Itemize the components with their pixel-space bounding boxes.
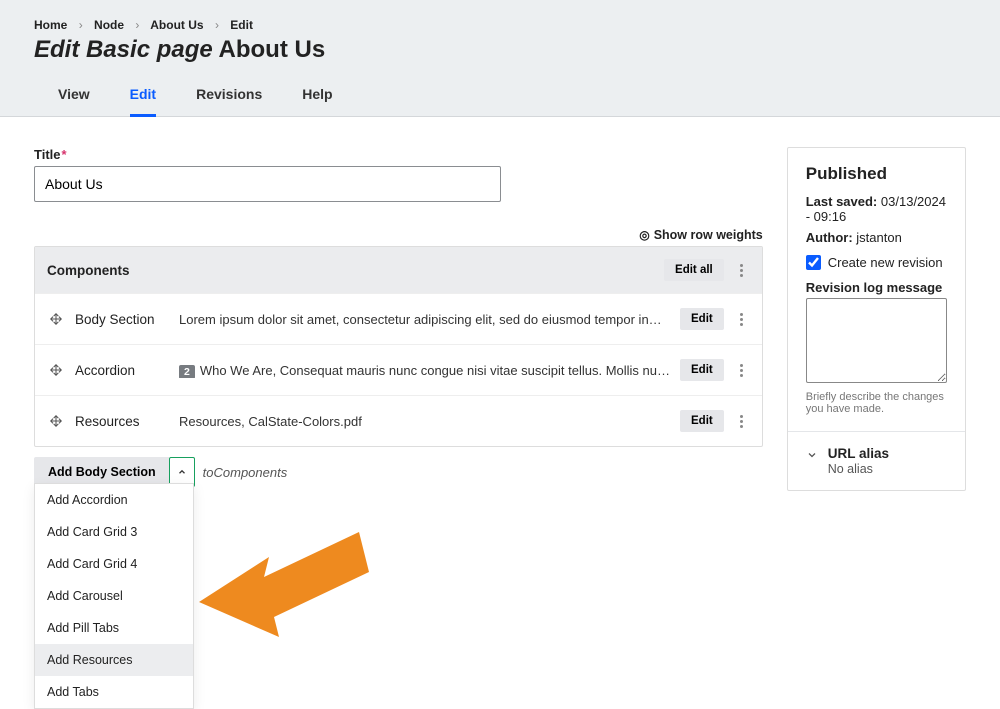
chevron-right-icon: › — [135, 18, 139, 32]
component-row: Accordion 2Who We Are, Consequat mauris … — [35, 344, 762, 395]
chevron-right-icon: › — [79, 18, 83, 32]
kebab-icon[interactable] — [734, 260, 750, 280]
drag-handle-icon[interactable] — [47, 412, 65, 430]
components-panel: Components Edit all Body Section Lorem i… — [34, 246, 763, 447]
tab-revisions[interactable]: Revisions — [196, 78, 262, 116]
show-row-weights[interactable]: ◎Show row weights — [34, 228, 763, 242]
drag-handle-icon[interactable] — [47, 310, 65, 328]
url-alias-subtitle: No alias — [828, 462, 889, 476]
url-alias-section[interactable]: URL alias No alias — [788, 431, 965, 490]
breadcrumb-item[interactable]: About Us — [150, 18, 203, 32]
dropdown-item-add-pill-tabs[interactable]: Add Pill Tabs — [35, 612, 193, 644]
dropdown-item-add-carousel[interactable]: Add Carousel — [35, 580, 193, 612]
component-desc: 2Who We Are, Consequat mauris nunc congu… — [179, 363, 680, 378]
component-name: Accordion — [75, 363, 179, 378]
tabs: View Edit Revisions Help — [34, 78, 966, 116]
tab-help[interactable]: Help — [302, 78, 332, 116]
last-saved: Last saved: 03/13/2024 - 09:16 — [806, 194, 947, 224]
breadcrumb-item[interactable]: Edit — [230, 18, 253, 32]
edit-button[interactable]: Edit — [680, 410, 724, 432]
kebab-icon[interactable] — [734, 360, 750, 380]
component-desc: Lorem ipsum dolor sit amet, consectetur … — [179, 312, 680, 327]
breadcrumb-item[interactable]: Node — [94, 18, 124, 32]
breadcrumb-item[interactable]: Home — [34, 18, 67, 32]
count-badge: 2 — [179, 365, 195, 378]
page-title: Edit Basic page About Us — [34, 36, 966, 64]
sidebar: Published Last saved: 03/13/2024 - 09:16… — [787, 147, 966, 491]
tab-view[interactable]: View — [58, 78, 90, 116]
url-alias-title: URL alias — [828, 446, 889, 461]
component-row: Body Section Lorem ipsum dolor sit amet,… — [35, 293, 762, 344]
component-name: Body Section — [75, 312, 179, 327]
edit-button[interactable]: Edit — [680, 308, 724, 330]
add-component-dropdown: Add Accordion Add Card Grid 3 Add Card G… — [34, 483, 194, 709]
eye-icon: ◎ — [639, 228, 649, 242]
chevron-right-icon: › — [215, 18, 219, 32]
chevron-down-icon — [806, 449, 818, 464]
edit-all-button[interactable]: Edit all — [664, 259, 724, 281]
dropdown-item-add-tabs[interactable]: Add Tabs — [35, 676, 193, 708]
drag-handle-icon[interactable] — [47, 361, 65, 379]
component-name: Resources — [75, 414, 179, 429]
component-row: Resources Resources, CalState-Colors.pdf… — [35, 395, 762, 446]
dropdown-item-add-card-grid-4[interactable]: Add Card Grid 4 — [35, 548, 193, 580]
components-heading: Components — [47, 263, 664, 278]
edit-button[interactable]: Edit — [680, 359, 724, 381]
revision-log-label: Revision log message — [806, 280, 947, 295]
revision-log-textarea[interactable] — [806, 298, 947, 383]
component-desc: Resources, CalState-Colors.pdf — [179, 414, 680, 429]
create-revision-input[interactable] — [806, 255, 821, 270]
revision-log-help: Briefly describe the changes you have ma… — [806, 391, 947, 415]
no-components-text: toComponents — [203, 465, 288, 480]
title-label: Title* — [34, 147, 763, 162]
dropdown-item-add-card-grid-3[interactable]: Add Card Grid 3 — [35, 516, 193, 548]
published-status: Published — [806, 164, 947, 184]
tab-edit[interactable]: Edit — [130, 78, 156, 117]
create-revision-checkbox[interactable]: Create new revision — [806, 255, 947, 270]
kebab-icon[interactable] — [734, 411, 750, 431]
dropdown-item-add-resources[interactable]: Add Resources — [35, 644, 193, 676]
breadcrumb: Home › Node › About Us › Edit — [34, 18, 966, 32]
title-input[interactable] — [34, 166, 501, 202]
dropdown-item-add-accordion[interactable]: Add Accordion — [35, 484, 193, 516]
author: Author: jstanton — [806, 230, 947, 245]
kebab-icon[interactable] — [734, 309, 750, 329]
